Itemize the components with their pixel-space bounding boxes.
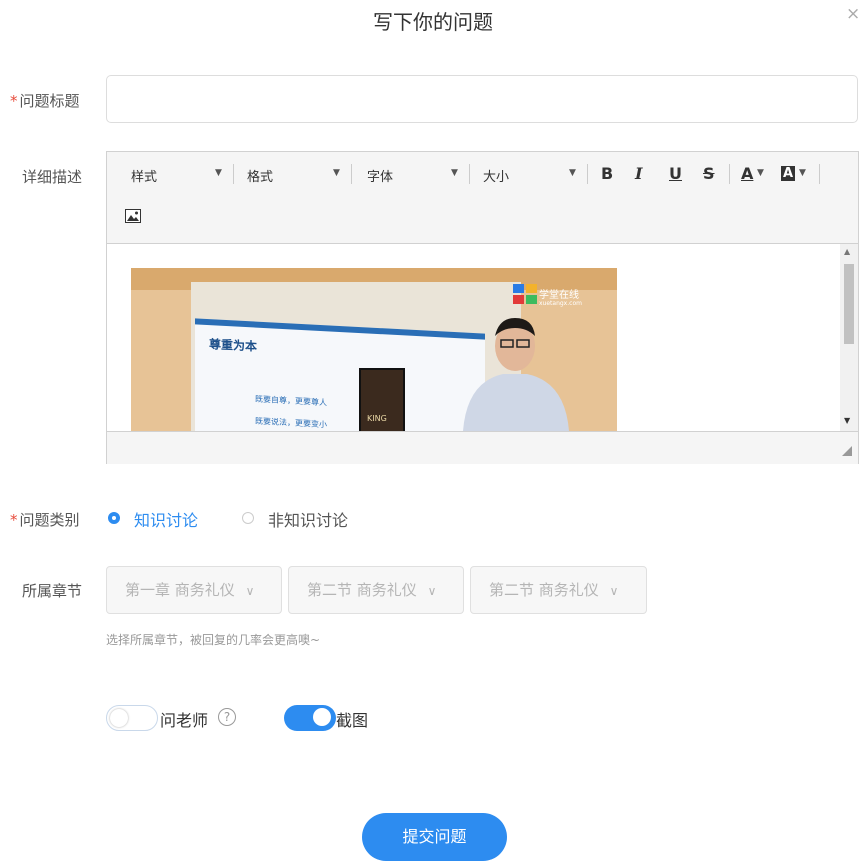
subsection-select[interactable]: 第二节 商务礼仪 ∨ — [470, 566, 647, 614]
slide-title: 尊重为本 — [209, 337, 258, 354]
submit-button[interactable]: 提交问题 — [362, 813, 507, 861]
question-title-input[interactable] — [106, 75, 858, 123]
ask-teacher-toggle[interactable] — [106, 705, 158, 731]
chapter-select-value: 第一章 商务礼仪 — [125, 581, 235, 599]
toolbar-divider — [469, 164, 470, 184]
editor-scrollbar[interactable]: ▲ ▼ — [840, 244, 858, 431]
category-label: * 问题类别 — [10, 509, 80, 530]
chapter-label: 所属章节 — [22, 582, 83, 600]
chevron-down-icon[interactable]: ▼ — [757, 168, 764, 178]
radio-non-knowledge[interactable] — [242, 512, 254, 524]
chevron-down-icon[interactable]: ▼ — [569, 168, 576, 178]
help-icon[interactable]: ? — [218, 708, 236, 726]
chevron-down-icon[interactable]: ▼ — [451, 168, 458, 178]
editor-toolbar: 样式 ▼ 格式 ▼ 字体 ▼ 大小 ▼ B I U S A ▼ A ▼ — [107, 152, 858, 244]
chevron-down-icon: ∨ — [427, 584, 437, 598]
strikethrough-button[interactable]: S — [703, 164, 715, 183]
presenter — [457, 304, 573, 431]
book-title: KING — [367, 414, 387, 423]
toolbar-divider — [351, 164, 352, 184]
chevron-down-icon: ∨ — [245, 584, 255, 598]
slide-line: 既要说法，更要变小 — [255, 416, 327, 430]
screenshot-toggle[interactable] — [284, 705, 336, 731]
insert-image-icon[interactable] — [125, 208, 141, 227]
presenter-figure — [463, 318, 569, 431]
background-color-button[interactable]: A — [781, 166, 796, 181]
book-cover: KING — [359, 368, 405, 431]
screenshot-label: 截图 — [336, 711, 369, 730]
ask-teacher-label: 问老师 — [160, 711, 209, 730]
toolbar-divider — [729, 164, 730, 184]
description-label: 详细描述 — [22, 168, 83, 186]
section-select-value: 第二节 商务礼仪 — [307, 581, 417, 599]
chapter-hint: 选择所属章节，被回复的几率会更高噢~ — [106, 633, 321, 647]
scroll-up-icon[interactable]: ▲ — [844, 247, 850, 256]
toolbar-divider — [819, 164, 820, 184]
chevron-down-icon: ∨ — [609, 584, 619, 598]
editor-statusbar — [107, 431, 858, 464]
chapter-select[interactable]: 第一章 商务礼仪 ∨ — [106, 566, 282, 614]
slide: 尊重为本 既要自尊，更要尊人 既要说法，更要变小 — [195, 318, 485, 431]
toolbar-divider — [587, 164, 588, 184]
scroll-down-icon[interactable]: ▼ — [844, 416, 850, 425]
question-title-label: * 问题标题 — [10, 90, 80, 111]
radio-knowledge[interactable] — [108, 512, 120, 524]
resize-handle-icon[interactable] — [842, 446, 852, 456]
font-color-button[interactable]: A — [741, 164, 753, 183]
editor-content[interactable]: 尊重为本 既要自尊，更要尊人 既要说法，更要变小 KING 学堂在线 xueta… — [107, 244, 858, 431]
radio-knowledge-label[interactable]: 知识讨论 — [134, 507, 198, 531]
chevron-down-icon[interactable]: ▼ — [799, 168, 806, 178]
brand-logo-icon — [513, 284, 537, 304]
format-dropdown[interactable]: 格式 — [247, 166, 273, 185]
radio-non-knowledge-label[interactable]: 非知识讨论 — [268, 507, 348, 531]
italic-button[interactable]: I — [635, 164, 642, 183]
question-title-label-text: 问题标题 — [19, 92, 80, 110]
toggle-knob — [313, 708, 331, 726]
scrollbar-thumb[interactable] — [844, 264, 854, 344]
category-label-text: 问题类别 — [19, 511, 80, 529]
section-select[interactable]: 第二节 商务礼仪 ∨ — [288, 566, 464, 614]
underline-button[interactable]: U — [669, 164, 682, 183]
chevron-down-icon[interactable]: ▼ — [333, 168, 340, 178]
style-dropdown[interactable]: 样式 — [131, 166, 157, 185]
toolbar-divider — [233, 164, 234, 184]
bold-button[interactable]: B — [601, 164, 613, 183]
subsection-select-value: 第二节 商务礼仪 — [489, 581, 599, 599]
toggle-knob — [110, 709, 128, 727]
required-mark: * — [10, 92, 18, 110]
embedded-video-frame: 尊重为本 既要自尊，更要尊人 既要说法，更要变小 KING 学堂在线 xueta… — [131, 268, 617, 431]
chevron-down-icon[interactable]: ▼ — [215, 168, 222, 178]
slide-line: 既要自尊，更要尊人 — [255, 394, 327, 408]
rich-text-editor: 样式 ▼ 格式 ▼ 字体 ▼ 大小 ▼ B I U S A ▼ A ▼ 尊重为本… — [106, 151, 859, 464]
close-icon[interactable]: × — [846, 4, 860, 24]
brand-name: 学堂在线 — [539, 290, 579, 301]
required-mark: * — [10, 511, 18, 529]
size-dropdown[interactable]: 大小 — [483, 166, 509, 185]
font-dropdown[interactable]: 字体 — [367, 166, 393, 185]
dialog-title: 写下你的问题 — [373, 10, 493, 34]
